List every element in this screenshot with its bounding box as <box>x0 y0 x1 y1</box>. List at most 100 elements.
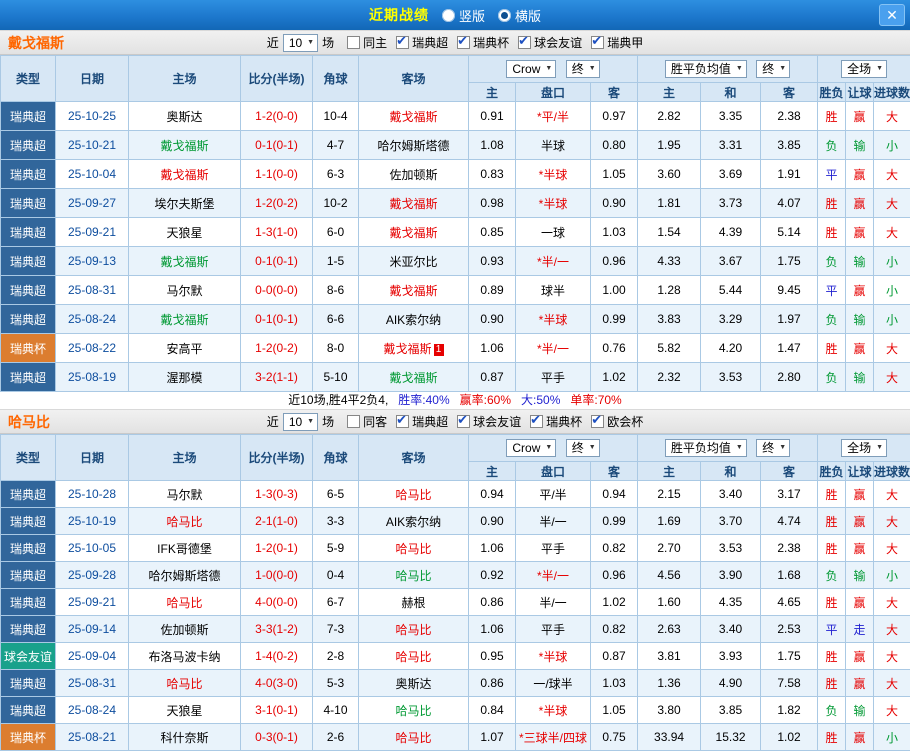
handicap-result: 赢 <box>845 275 875 305</box>
filter-checkbox-swe-cup[interactable]: 瑞典杯 <box>457 33 509 51</box>
match-date: 25-08-22 <box>55 333 129 363</box>
filter-checkbox-conference-league[interactable]: 欧会杯 <box>591 412 643 430</box>
col-corner: 角球 <box>312 55 359 102</box>
avg-type-select[interactable]: 胜平负均值 ▼ <box>664 439 747 457</box>
team-name: 戴戈福斯 <box>8 34 64 51</box>
summary-segment: 赢率:60% <box>459 393 512 407</box>
avg-draw-odds: 3.53 <box>700 362 762 392</box>
handicap-line: *半球 <box>515 159 591 189</box>
handicap-line: *半球 <box>515 642 591 670</box>
team-name: 哈马比 <box>8 413 50 430</box>
home-odds: 1.07 <box>468 723 516 751</box>
match-score: 3-3(1-2) <box>240 615 313 643</box>
match-row: 瑞典超 25-09-13 戴戈福斯 0-1(0-1) 1-5 米亚尔比 0.93 *半/一 0.… <box>0 246 910 276</box>
select-value: 10 <box>288 35 303 50</box>
handicap-line: *平/半 <box>515 101 591 131</box>
handicap-result: 赢 <box>845 507 875 535</box>
avg-draw-odds: 4.39 <box>700 217 762 247</box>
away-team: 哈马比 <box>358 480 469 508</box>
match-score: 2-1(1-0) <box>240 507 313 535</box>
filter-checkbox-club-friendly[interactable]: 球会友谊 <box>457 412 521 430</box>
checkbox-icon <box>591 412 605 428</box>
select-value: 终 <box>762 441 775 455</box>
avg-time-select[interactable]: 终 ▼ <box>756 60 791 78</box>
goals-result: 大 <box>873 159 910 189</box>
games-count-select[interactable]: 10 ▼ <box>282 33 319 52</box>
close-button[interactable]: ✕ <box>879 4 905 26</box>
odds-time-select[interactable]: 终 ▼ <box>565 60 600 78</box>
match-type: 瑞典超 <box>0 130 56 160</box>
radio-icon <box>498 8 511 22</box>
match-row: 瑞典超 25-09-27 埃尔夫斯堡 1-2(0-2) 10-2 戴戈福斯 0.98 *半球 0… <box>0 188 910 218</box>
match-score: 1-3(0-3) <box>240 480 313 508</box>
away-team: 戴戈福斯 <box>358 188 469 218</box>
corner-count: 7-3 <box>312 615 359 643</box>
handicap-result: 赢 <box>845 159 875 189</box>
filter-checkbox-same-away[interactable]: 同客 <box>347 413 387 430</box>
filter-checkbox-swe-allsvenskan[interactable]: 瑞典超 <box>396 412 448 430</box>
filter-checkbox-club-friendly[interactable]: 球会友谊 <box>518 33 582 51</box>
away-odds: 0.87 <box>589 642 639 670</box>
filter-checkbox-swe-superettan[interactable]: 瑞典甲 <box>591 33 644 51</box>
away-team: 哈马比 <box>358 642 469 670</box>
result: 负 <box>817 304 847 334</box>
handicap-line: *半/一 <box>515 561 591 589</box>
content: 戴戈福斯 近 10▼ 场 同主瑞典超瑞典杯球会友谊瑞典甲 类型 日期 主场 比分… <box>0 30 910 751</box>
corner-count: 0-4 <box>312 561 359 589</box>
avg-draw-odds: 3.67 <box>700 246 762 276</box>
chevron-down-icon: ▼ <box>735 65 743 72</box>
avg-draw-odds: 3.35 <box>700 101 762 131</box>
goals-result: 大 <box>873 362 910 392</box>
result: 平 <box>817 615 847 643</box>
col-score: 比分(半场) <box>240 434 313 481</box>
checkbox-label: 瑞典甲 <box>607 36 644 50</box>
avg-type-select[interactable]: 胜平负均值 ▼ <box>664 60 747 78</box>
games-count-select[interactable]: 10 ▼ <box>282 412 319 431</box>
home-team: 哈尔姆斯塔德 <box>128 561 241 589</box>
filter-checkbox-swe-allsvenskan[interactable]: 瑞典超 <box>396 33 448 51</box>
home-odds: 1.06 <box>468 333 516 363</box>
filter-checkbox-same-home[interactable]: 同主 <box>347 34 387 51</box>
match-date: 25-08-31 <box>55 275 129 305</box>
home-team: 布洛马波卡纳 <box>128 642 241 670</box>
avg-away-odds: 1.47 <box>760 333 819 363</box>
match-type: 瑞典超 <box>0 188 56 218</box>
corner-count: 2-8 <box>312 642 359 670</box>
home-team: 埃尔夫斯堡 <box>128 188 241 218</box>
layout-radio-vertical[interactable]: 竖版 <box>441 6 485 25</box>
corner-count: 4-7 <box>312 130 359 160</box>
avg-draw-odds: 3.90 <box>700 561 762 589</box>
col-avg-home: 主 <box>637 82 702 102</box>
team-section: 哈马比 近 10▼ 场 同客瑞典超球会友谊瑞典杯欧会杯 类型 日期 主场 比分(… <box>0 409 910 751</box>
radio-label: 横版 <box>515 8 542 24</box>
avg-away-odds: 4.65 <box>760 588 819 616</box>
odds-source-select[interactable]: Crow ▼ <box>506 60 557 78</box>
away-team: 哈马比 <box>358 615 469 643</box>
odds-source-select[interactable]: Crow ▼ <box>506 439 557 457</box>
scope-select[interactable]: 全场 ▼ <box>841 60 888 78</box>
odds-time-select[interactable]: 终 ▼ <box>565 439 600 457</box>
avg-home-odds: 4.33 <box>637 246 702 276</box>
layout-radio-horizontal[interactable]: 横版 <box>498 6 541 25</box>
col-result: 胜负 <box>817 82 847 102</box>
away-odds: 0.94 <box>589 480 639 508</box>
match-date: 25-08-24 <box>55 696 129 724</box>
goals-result: 大 <box>873 507 910 535</box>
match-date: 25-10-04 <box>55 159 129 189</box>
match-date: 25-09-21 <box>55 588 129 616</box>
filter-checkbox-swe-cup[interactable]: 瑞典杯 <box>530 412 582 430</box>
match-row: 瑞典超 25-08-31 马尔默 0-0(0-0) 8-6 戴戈福斯 0.89 球半 1.00 1… <box>0 275 910 305</box>
goals-result: 小 <box>873 723 910 751</box>
corner-count: 8-6 <box>312 275 359 305</box>
avg-away-odds: 1.97 <box>760 304 819 334</box>
corner-count: 8-0 <box>312 333 359 363</box>
home-team: 天狼星 <box>128 696 241 724</box>
checkbox-icon <box>457 33 471 49</box>
checkbox-icon <box>457 412 471 428</box>
match-type: 瑞典超 <box>0 534 56 562</box>
handicap-result: 输 <box>845 246 875 276</box>
avg-time-select[interactable]: 终 ▼ <box>756 439 791 457</box>
corner-count: 6-5 <box>312 480 359 508</box>
scope-select[interactable]: 全场 ▼ <box>841 439 888 457</box>
home-team: 马尔默 <box>128 275 241 305</box>
